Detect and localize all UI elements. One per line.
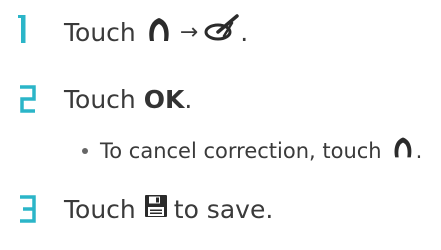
cancel-note: To cancel correction, touch . [82, 133, 422, 169]
contour-icon [144, 14, 174, 52]
step-3-text: Touch to save. [64, 194, 273, 226]
step-number-1 [18, 15, 26, 43]
step-3-prefix: Touch [64, 195, 136, 224]
step-1-text: Touch → . [64, 14, 248, 52]
cancel-note-period: . [415, 139, 423, 163]
step-number-2 [20, 85, 36, 113]
cancel-note-text: To cancel correction, touch [100, 139, 382, 163]
step-3-suffix: to save. [173, 195, 274, 224]
step-1-prefix: Touch [64, 18, 136, 47]
step-2-prefix: Touch [64, 85, 136, 114]
bullet-icon [82, 148, 88, 154]
step-1-arrow: → [179, 20, 199, 45]
ok-label: OK [143, 85, 185, 114]
step-2-text: Touch OK . [64, 84, 192, 116]
correction-pencil-icon [204, 14, 240, 52]
step-2-period: . [184, 85, 193, 114]
step-1-period: . [240, 18, 249, 47]
contour-icon [390, 133, 416, 169]
save-icon [144, 194, 168, 226]
step-number-3 [20, 195, 36, 223]
